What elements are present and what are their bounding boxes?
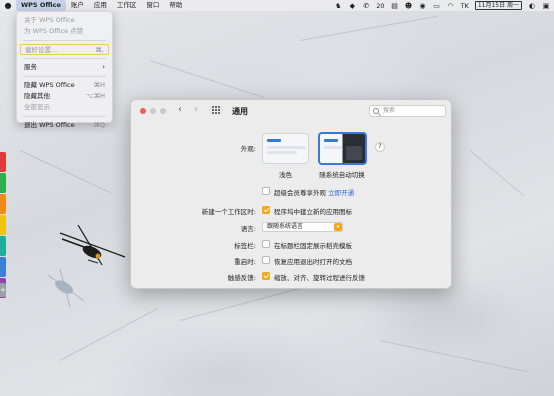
dock-tab-orange[interactable] (0, 194, 6, 214)
menu-wps-office[interactable]: WPS Office (16, 0, 66, 11)
thumb-bar (324, 139, 338, 142)
dock-tab-red[interactable] (0, 152, 6, 172)
back-icon[interactable]: ‹ (178, 104, 182, 115)
restart-label: 重启时: (234, 258, 256, 266)
activate-link[interactable]: 立即开通 (328, 189, 354, 197)
siri-icon[interactable]: ◐ (528, 2, 536, 10)
menu-item-about[interactable]: 关于 WPS Office (17, 15, 112, 26)
thumb-block (267, 146, 306, 149)
appearance-auto-caption: 随系统自动切换 (319, 171, 365, 179)
window-title: 通用 (232, 107, 248, 116)
menu-item-services[interactable]: 服务 › (17, 62, 112, 73)
menu-item-show-all[interactable]: 全部显示 (17, 102, 112, 113)
haptic-option: 缩放、对齐、旋转过程进行反馈 (274, 274, 365, 282)
new-workspace-option: 程序坞中建立新的应用图标 (274, 208, 352, 216)
menu-divider (23, 116, 106, 117)
hide-others-label: 隐藏其他 (24, 92, 50, 100)
language-select[interactable]: 跟随系统语言 ▾ (262, 222, 343, 232)
thumb-block (324, 146, 342, 149)
preferences-label: 偏好设置... (25, 46, 58, 54)
dock-tab-green[interactable] (0, 173, 6, 193)
menu-item-hide-others[interactable]: 隐藏其他 ⌥⌘H (17, 91, 112, 102)
helicopter-image (47, 225, 126, 308)
menu-apps[interactable]: 应用 (89, 0, 112, 11)
member-appearance-text: 超级会员尊享外观 (274, 189, 326, 197)
services-label: 服务 (24, 63, 37, 71)
menu-account[interactable]: 账户 (66, 0, 89, 11)
menu-workspace[interactable]: 工作区 (112, 0, 142, 11)
app-icon[interactable]: ▣ (542, 2, 550, 10)
preferences-shortcut: ⌘, (95, 46, 104, 54)
grid-icon[interactable] (212, 106, 221, 114)
tab-bar-option: 在标题栏固定展示稻壳模板 (274, 242, 352, 250)
search-input[interactable]: 搜索 (369, 105, 446, 117)
close-button[interactable] (140, 108, 146, 114)
hide-app-shortcut: ⌘H (93, 81, 105, 89)
restart-option: 恢复应用退出时打开的文档 (274, 258, 352, 266)
appearance-label: 外观: (240, 145, 256, 153)
menu-item-rate[interactable]: 为 WPS Office 点赞 (17, 26, 112, 37)
hide-app-label: 隐藏 WPS Office (24, 81, 75, 89)
haptic-checkbox[interactable] (262, 272, 270, 280)
menu-help[interactable]: 帮助 (164, 0, 187, 11)
language-value: 跟随系统语言 (267, 223, 304, 230)
new-workspace-checkbox[interactable] (262, 206, 270, 214)
menu-item-preferences[interactable]: 偏好设置... ⌘, (20, 44, 109, 55)
haptic-label: 触感反馈: (227, 274, 256, 282)
dock-tab-yellow[interactable] (0, 215, 6, 235)
quit-shortcut: ⌘Q (93, 121, 105, 129)
dock-add-tab[interactable]: + (0, 283, 6, 297)
tab-bar-label: 标签栏: (234, 242, 256, 250)
menu-window[interactable]: 窗口 (141, 0, 164, 11)
chevron-right-icon: › (102, 63, 105, 71)
wechat-icon[interactable]: ✆ (362, 2, 370, 10)
search-placeholder: 搜索 (383, 107, 396, 114)
restart-checkbox[interactable] (262, 256, 270, 264)
status-tray: ♞ ◆ ✆ 20 ▤ ☻ ◉ ▭ ◠ TK 11月15日 周一 ◐ ▣ (334, 0, 550, 11)
clipboard-icon[interactable]: ▤ (391, 2, 399, 10)
menu-divider (23, 76, 106, 77)
member-appearance-checkbox[interactable] (262, 187, 270, 195)
language-label: 语言: (240, 225, 256, 233)
member-appearance-label: 超级会员尊享外观 立即开通 (274, 187, 354, 197)
qq-icon[interactable]: ♞ (334, 2, 342, 10)
hide-others-shortcut: ⌥⌘H (86, 92, 105, 100)
help-icon[interactable]: ? (375, 142, 385, 152)
zoom-button[interactable] (160, 108, 166, 114)
thumb-block (346, 146, 362, 160)
menu-divider (23, 40, 106, 41)
menu-item-quit[interactable]: 退出 WPS Office ⌘Q (17, 120, 112, 131)
new-workspace-label: 新建一个工作区时: (201, 208, 256, 216)
appearance-light-caption: 浅色 (279, 171, 292, 179)
appearance-light-option[interactable] (262, 133, 309, 164)
thumb-block (267, 151, 297, 154)
preferences-window: ‹ › 通用 搜索 外观: 浅色 随系统自动切换 ? 超级会员尊享外观 立即开通… (130, 99, 452, 289)
dock-tab-teal[interactable] (0, 236, 6, 256)
quit-label: 退出 WPS Office (24, 121, 75, 129)
tab-bar-checkbox[interactable] (262, 240, 270, 248)
appearance-auto-option[interactable] (318, 132, 367, 165)
forward-icon[interactable]: › (194, 104, 198, 115)
menu-bar: ● WPS Office 账户 应用 工作区 窗口 帮助 ♞ ◆ ✆ 20 ▤ … (0, 0, 554, 11)
wifi-icon[interactable]: ◠ (447, 2, 455, 10)
apple-logo-icon[interactable]: ● (0, 1, 16, 10)
clock[interactable]: 11月15日 周一 (474, 1, 522, 10)
thumb-bar (267, 139, 281, 142)
app-menu: 关于 WPS Office 为 WPS Office 点赞 偏好设置... ⌘,… (16, 11, 113, 129)
chevron-down-icon: ▾ (334, 223, 342, 231)
notification-count[interactable]: 20 (376, 2, 384, 10)
menu-item-hide-app[interactable]: 隐藏 WPS Office ⌘H (17, 80, 112, 91)
dock-tab-blue[interactable] (0, 257, 6, 277)
bell-icon[interactable]: ◉ (419, 2, 427, 10)
title-bar: ‹ › 通用 搜索 (131, 100, 451, 122)
control-center-icon[interactable]: ▭ (433, 2, 441, 10)
menu-divider (23, 58, 106, 59)
face-icon[interactable]: ☻ (405, 2, 413, 10)
search-icon (373, 108, 379, 114)
input-method[interactable]: TK (461, 2, 469, 10)
shield-icon[interactable]: ◆ (348, 2, 356, 10)
minimize-button[interactable] (150, 108, 156, 114)
